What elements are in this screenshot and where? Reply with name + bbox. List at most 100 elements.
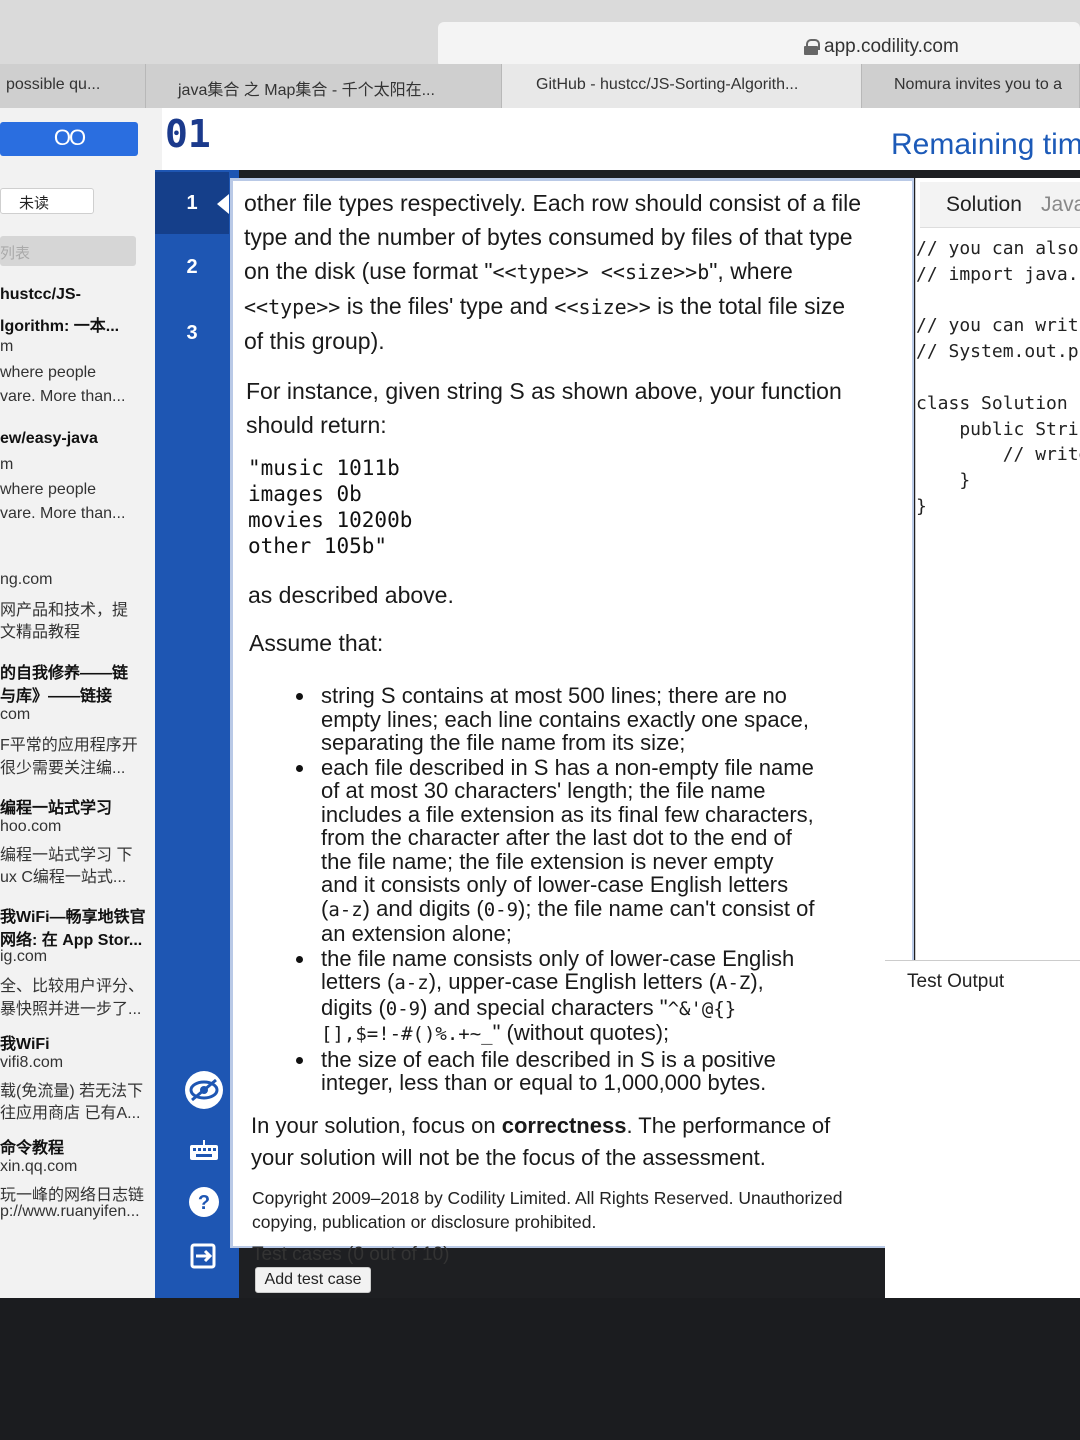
feed-item-title[interactable]: 网络: 在 App Stor... xyxy=(0,926,142,950)
feed-item-text: 编程一站式学习 下 xyxy=(0,847,133,864)
text-span: ) and special characters " xyxy=(420,994,668,1020)
browser-tab[interactable]: java集合 之 Map集合 - 千个太阳在... xyxy=(146,64,502,108)
exit-icon[interactable] xyxy=(184,1236,224,1276)
browser-tab[interactable]: possible qu... xyxy=(0,64,146,108)
address-bar[interactable] xyxy=(438,22,1080,68)
text-span: on the disk (use format " xyxy=(244,258,493,284)
copyright-notice: Copyright 2009–2018 by Codility Limited.… xyxy=(252,1188,843,1232)
assume-heading: Assume that: xyxy=(249,630,384,656)
task-2-link[interactable]: 2 xyxy=(155,256,229,279)
feed-item-text: vifi8.com xyxy=(0,1054,64,1071)
feed-item-text: m xyxy=(0,338,14,355)
remaining-time-label: Remaining time xyxy=(891,128,1080,161)
feed-item-text: ig.com xyxy=(0,948,48,965)
feed-item-text: 玩一峰的网络日志链 xyxy=(0,1187,145,1204)
description-line: on the disk (use format "<<type>> <<size… xyxy=(244,254,904,289)
focus-paragraph: In your solution, focus on correctness. … xyxy=(251,1110,851,1174)
feed-item-title[interactable]: 编程一站式学习 xyxy=(0,794,112,818)
language-select[interactable]: Java xyxy=(1041,193,1080,217)
text-span: is the files' type and xyxy=(340,293,555,319)
feed-item-text: where people xyxy=(0,481,97,498)
url-text: app.codility.com xyxy=(824,36,959,57)
feed-item-text: 很少需要关注编... xyxy=(0,760,126,777)
inline-code: <<size>> xyxy=(554,295,651,319)
tab-strip: possible qu... java集合 之 Map集合 - 千个太阳在...… xyxy=(0,64,1080,108)
list-item: each file described in S has a non-empty… xyxy=(296,755,816,946)
description-paragraph: For instance, given string S as shown ab… xyxy=(246,374,906,442)
help-icon[interactable]: ? xyxy=(184,1182,224,1222)
text-span: is the total file size xyxy=(650,293,846,319)
svg-text:?: ? xyxy=(198,1192,210,1214)
text-span: string S contains at most 500 lines; the… xyxy=(321,683,809,755)
feed-item-title[interactable]: hustcc/JS- xyxy=(0,286,81,304)
feed-item-title[interactable]: 我WiFi—畅享地铁官 xyxy=(0,903,146,927)
feed-item-text: ng.com xyxy=(0,571,53,588)
eye-icon[interactable] xyxy=(184,1070,224,1110)
list-filter-button[interactable]: 列表 xyxy=(0,236,136,266)
inline-code: a-z xyxy=(394,972,429,994)
feed-item-text: 往应用商店 已有A... xyxy=(0,1105,141,1122)
feed-item-title[interactable]: 与库》——链接 xyxy=(0,682,112,706)
solution-tab[interactable]: Solution xyxy=(946,193,1022,217)
feed-item-text: xin.qq.com xyxy=(0,1158,78,1175)
browser-tab[interactable]: GitHub - hustcc/JS-Sorting-Algorith... xyxy=(502,64,862,108)
description-line: should return: xyxy=(246,412,387,438)
feed-item-title[interactable]: 命令教程 xyxy=(0,1134,64,1158)
bold-text: correctness xyxy=(501,1113,627,1138)
url-display[interactable]: app.codility.com xyxy=(804,36,959,58)
browser-tab[interactable]: Nomura invites you to a xyxy=(862,64,1080,108)
description-line: of this group). xyxy=(244,328,385,354)
text-span: ), upper-case English letters ( xyxy=(428,969,717,994)
add-test-case-button[interactable]: Add test case xyxy=(255,1267,371,1293)
text-span: " (without quotes); xyxy=(492,1020,670,1045)
test-output-label: Test Output xyxy=(907,971,1005,992)
feed-item-title[interactable]: 我WiFi xyxy=(0,1030,50,1054)
description-line: <<type>> is the files' type and <<size>>… xyxy=(244,289,904,324)
description-line: other file types respectively. Each row … xyxy=(244,190,862,216)
tab-label: Nomura invites you to a xyxy=(894,76,1063,93)
inline-code: <<type>> <<size>>b xyxy=(492,260,710,284)
feed-item-text: vare. More than... xyxy=(0,388,126,405)
list-item: string S contains at most 500 lines; the… xyxy=(296,684,816,755)
inline-code: a-z xyxy=(328,898,363,921)
description-line: type and the number of bytes consumed by… xyxy=(244,224,853,250)
list-item: the size of each file described in S is … xyxy=(296,1046,816,1095)
inline-code: A-Z xyxy=(716,972,751,994)
feed-item-text: 全、比较用户评分、 xyxy=(0,978,145,995)
feed-item-text: 暴快照并进一步了... xyxy=(0,1001,142,1018)
feed-item-text: hoo.com xyxy=(0,818,62,835)
inline-code: 0-9 xyxy=(385,997,421,1020)
test-cases-label: Test cases (0 out of 10) xyxy=(252,1244,450,1265)
text-span: ) and digits ( xyxy=(362,895,484,921)
description-paragraph: other file types respectively. Each row … xyxy=(244,186,904,358)
codility-logo: 01 xyxy=(165,112,211,156)
keyboard-icon[interactable] xyxy=(184,1130,224,1170)
feed-sidebar: OO 未读 列表 hustcc/JS- lgorithm: 一本... m wh… xyxy=(0,108,162,1298)
text-span: ", where xyxy=(709,258,793,284)
feed-item-title[interactable]: 的自我修养——链 xyxy=(0,659,128,683)
glasses-icon[interactable]: OO xyxy=(0,122,138,156)
description-line: For instance, given string S as shown ab… xyxy=(246,378,842,404)
feed-item-text: F平常的应用程序开 xyxy=(0,737,138,754)
lock-icon xyxy=(804,39,820,55)
task-1-link[interactable]: 1 xyxy=(155,192,229,215)
feed-item-title[interactable]: lgorithm: 一本... xyxy=(0,312,119,336)
unread-filter-button[interactable]: 未读 xyxy=(0,188,94,214)
tab-label: java集合 之 Map集合 - 千个太阳在... xyxy=(178,82,435,99)
as-described-text: as described above. xyxy=(248,582,454,608)
text-span: In your solution, focus on xyxy=(251,1113,502,1138)
example-output-code: "music 1011b images 0b movies 10200b oth… xyxy=(248,456,413,558)
list-item: the file name consists only of lower-cas… xyxy=(296,946,816,1047)
feed-item-text: 文精品教程 xyxy=(0,624,81,641)
feed-item-text: vare. More than... xyxy=(0,505,126,522)
feed-item-text: 网产品和技术，提 xyxy=(0,602,129,619)
assumption-list: string S contains at most 500 lines; the… xyxy=(296,684,816,1096)
code-editor[interactable]: // you can also // import java. // you c… xyxy=(916,236,1080,520)
inline-code: <<type>> xyxy=(244,295,341,319)
feed-item-text: where people xyxy=(0,364,97,381)
feed-item-title[interactable]: ew/easy-java xyxy=(0,430,98,448)
feed-item-text: 载(免流量) 若无法下 xyxy=(0,1083,144,1100)
task-3-link[interactable]: 3 xyxy=(155,322,229,345)
text-span: the size of each file described in S is … xyxy=(321,1046,776,1095)
tab-label: possible qu... xyxy=(6,76,101,93)
